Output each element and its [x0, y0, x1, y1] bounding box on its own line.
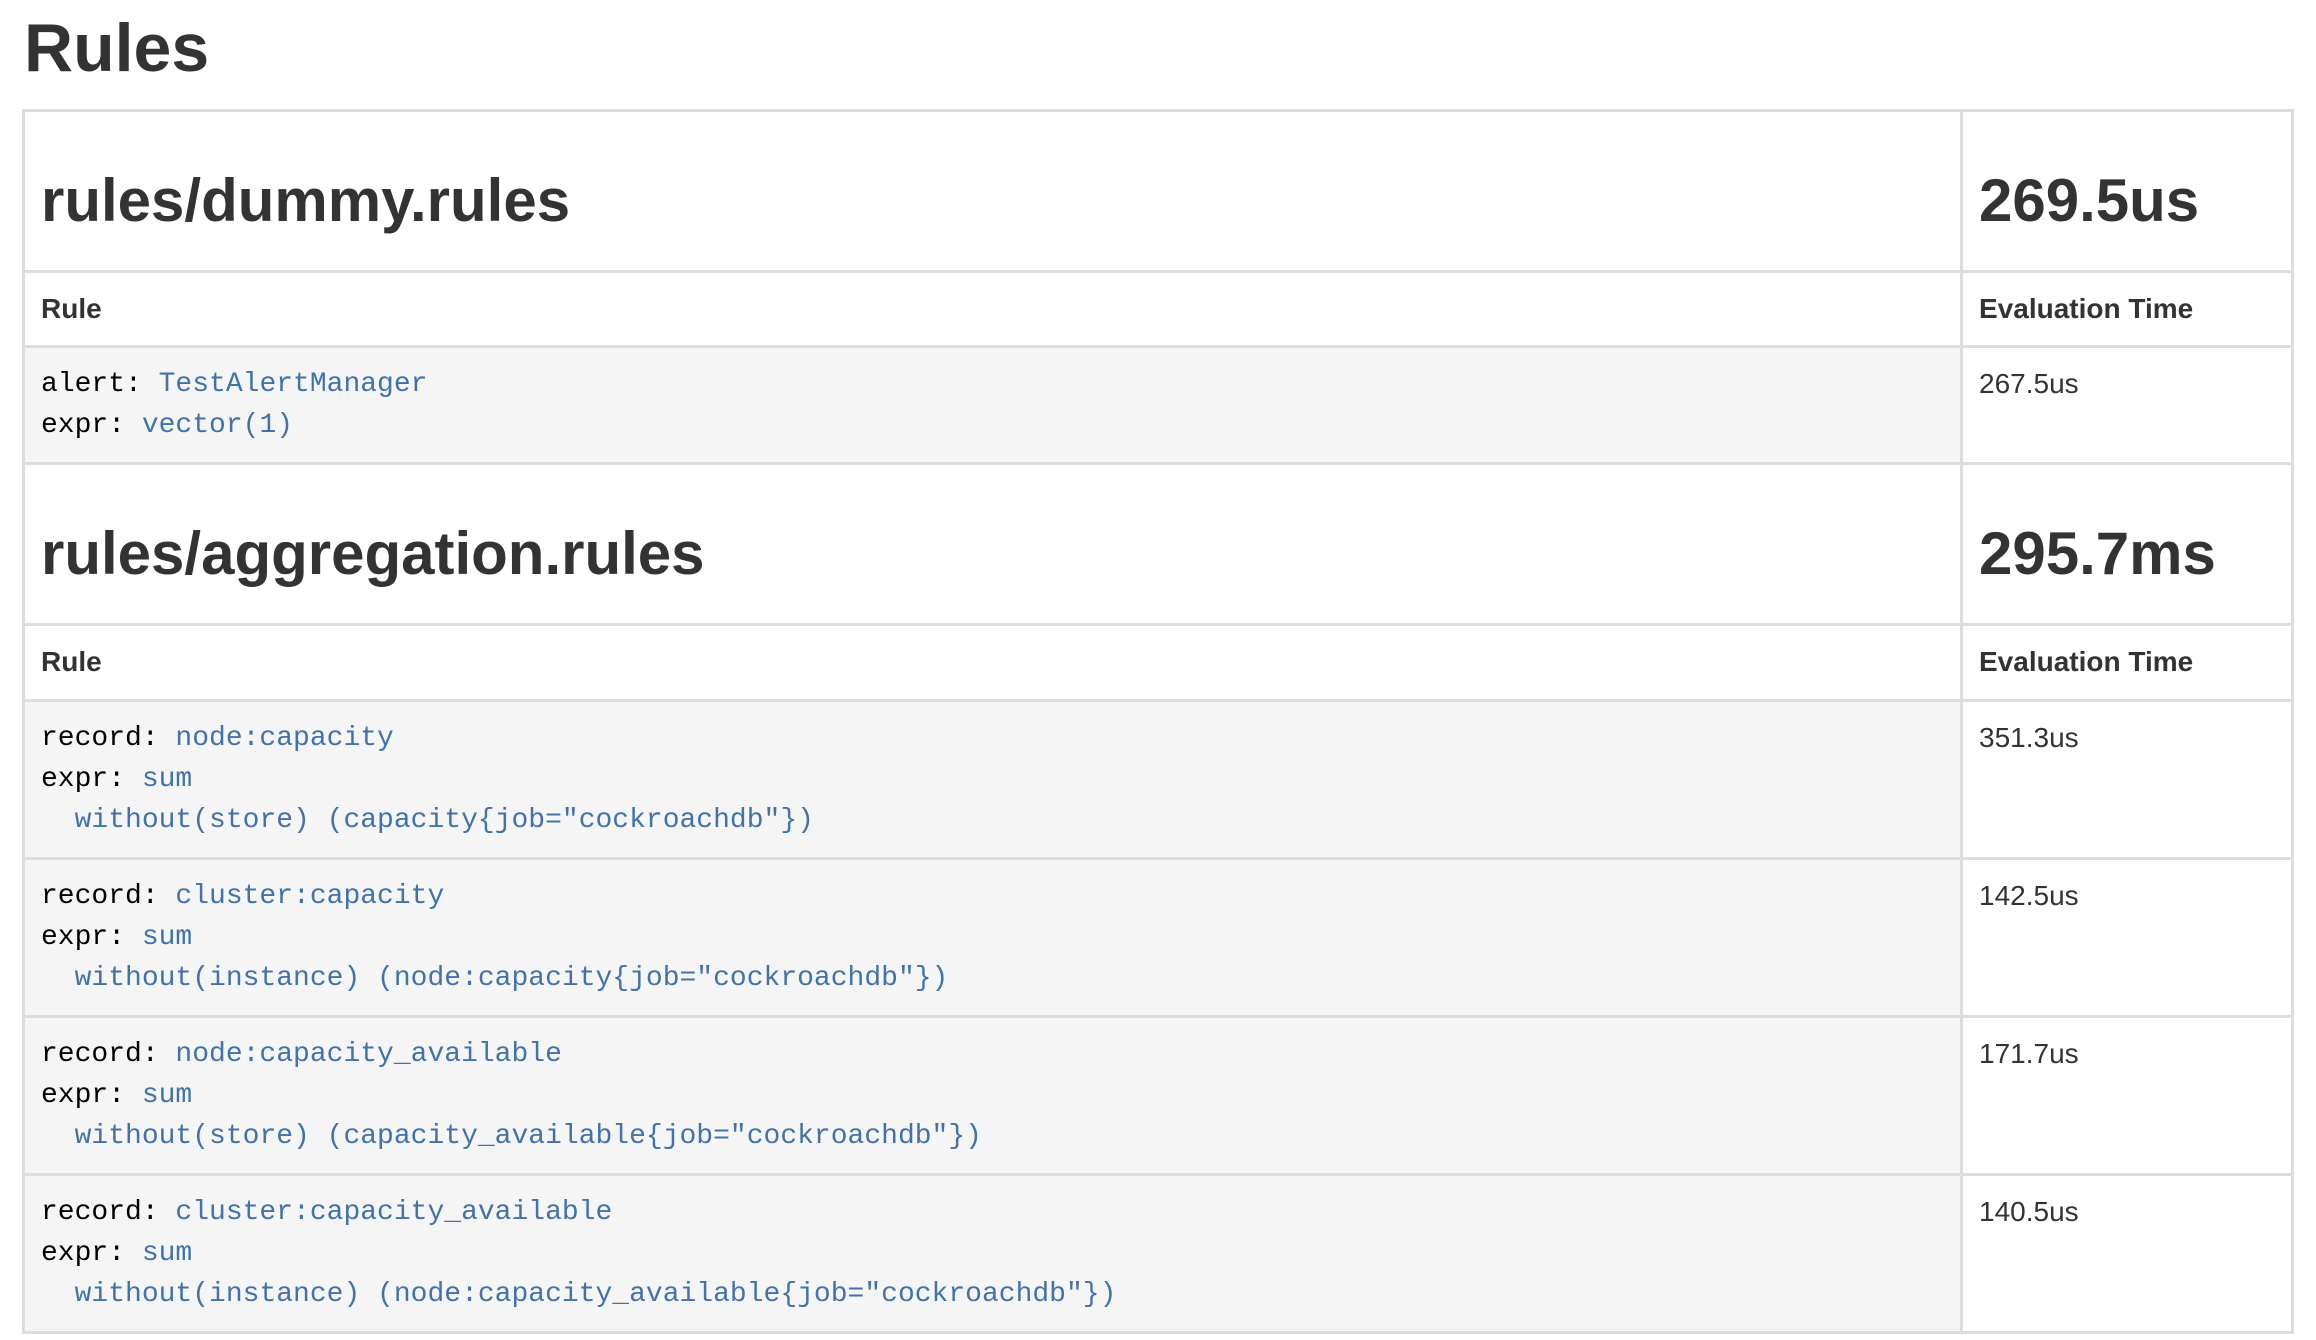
rule-link[interactable]: node:capacity	[175, 723, 393, 754]
page-title: Rules	[24, 12, 2294, 85]
rule-code-text: expr:	[41, 922, 142, 953]
rule-code-text: expr:	[41, 764, 142, 795]
rule-code-text: alert:	[41, 369, 159, 400]
evaluation-time-column-header-cell: Evaluation Time	[1962, 272, 2293, 347]
rule-link[interactable]: TestAlertManager	[159, 369, 428, 400]
rule-definition: record: cluster:capacity expr: sum witho…	[24, 858, 1962, 1016]
rule-link[interactable]: sum without(store) (capacity{job="cockro…	[41, 764, 814, 836]
rule-code-text: record:	[41, 1197, 175, 1228]
rule-evaluation-time: 267.5us	[1962, 347, 2293, 464]
rule-definition: record: node:capacity expr: sum without(…	[24, 700, 1962, 858]
columns-header-row: Rule Evaluation Time	[24, 272, 2293, 347]
rule-column-header: Rule	[41, 646, 102, 677]
rule-link[interactable]: sum without(instance) (node:capacity{job…	[41, 922, 948, 994]
rules-page: Rules rules/dummy.rules 269.5us Rule Eva…	[0, 0, 2316, 1340]
rule-definition: record: node:capacity_available expr: su…	[24, 1016, 1962, 1174]
evaluation-time-column-header: Evaluation Time	[1979, 293, 2193, 324]
rule-code-text: expr:	[41, 1080, 142, 1111]
rule-row: record: node:capacity_available expr: su…	[24, 1016, 2293, 1174]
rule-link[interactable]: cluster:capacity_available	[175, 1197, 612, 1228]
columns-header-row: Rule Evaluation Time	[24, 625, 2293, 700]
rule-column-header: Rule	[41, 293, 102, 324]
rule-code-text: record:	[41, 1039, 175, 1070]
rule-group-file: rules/aggregation.rules	[41, 521, 1944, 587]
rules-table-body: rules/dummy.rules 269.5us Rule Evaluatio…	[24, 111, 2293, 1332]
rule-link[interactable]: cluster:capacity	[175, 881, 444, 912]
rule-row: record: cluster:capacity_available expr:…	[24, 1174, 2293, 1332]
rule-group-file-cell: rules/dummy.rules	[24, 111, 1962, 272]
rule-group-time-cell: 295.7ms	[1962, 464, 2293, 625]
rule-column-header-cell: Rule	[24, 625, 1962, 700]
rule-group-file-cell: rules/aggregation.rules	[24, 464, 1962, 625]
rule-group-header-row: rules/dummy.rules 269.5us	[24, 111, 2293, 272]
rule-link[interactable]: node:capacity_available	[175, 1039, 561, 1070]
rules-table: rules/dummy.rules 269.5us Rule Evaluatio…	[22, 109, 2294, 1333]
rule-definition: alert: TestAlertManager expr: vector(1)	[24, 347, 1962, 464]
rule-column-header-cell: Rule	[24, 272, 1962, 347]
rule-code-text: record:	[41, 881, 175, 912]
rule-row: record: node:capacity expr: sum without(…	[24, 700, 2293, 858]
rule-evaluation-time: 171.7us	[1962, 1016, 2293, 1174]
rule-group-evaluation-time: 269.5us	[1979, 168, 2275, 234]
rule-group-evaluation-time: 295.7ms	[1979, 521, 2275, 587]
rule-definition: record: cluster:capacity_available expr:…	[24, 1174, 1962, 1332]
rule-group-header-row: rules/aggregation.rules 295.7ms	[24, 464, 2293, 625]
rule-evaluation-time: 351.3us	[1962, 700, 2293, 858]
rule-group-time-cell: 269.5us	[1962, 111, 2293, 272]
rule-group-file: rules/dummy.rules	[41, 168, 1944, 234]
rule-row: alert: TestAlertManager expr: vector(1) …	[24, 347, 2293, 464]
rule-link[interactable]: sum without(instance) (node:capacity_ava…	[41, 1238, 1116, 1310]
rule-code-text: record:	[41, 723, 175, 754]
rule-evaluation-time: 140.5us	[1962, 1174, 2293, 1332]
rule-evaluation-time: 142.5us	[1962, 858, 2293, 1016]
evaluation-time-column-header: Evaluation Time	[1979, 646, 2193, 677]
rule-link[interactable]: vector(1)	[142, 410, 293, 441]
rule-code-text: expr:	[41, 410, 142, 441]
rule-link[interactable]: sum without(store) (capacity_available{j…	[41, 1080, 982, 1152]
rule-row: record: cluster:capacity expr: sum witho…	[24, 858, 2293, 1016]
rule-code-text: expr:	[41, 1238, 142, 1269]
evaluation-time-column-header-cell: Evaluation Time	[1962, 625, 2293, 700]
